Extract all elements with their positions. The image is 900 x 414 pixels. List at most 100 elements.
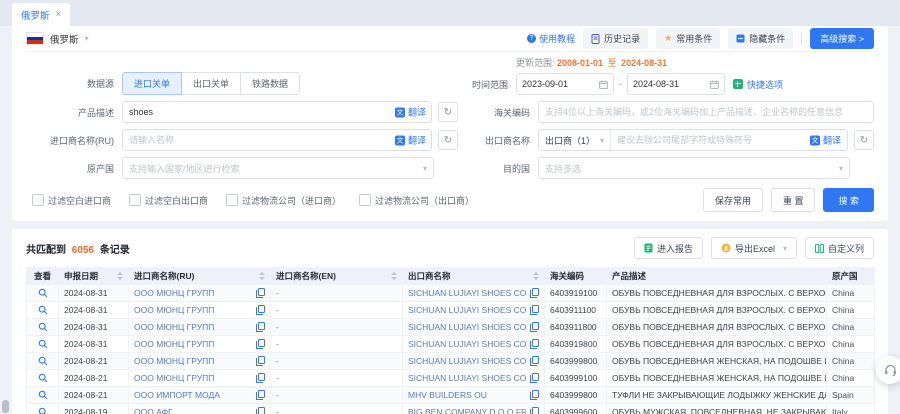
copy-icon[interactable] (256, 373, 265, 383)
checkbox-icon[interactable] (226, 194, 238, 206)
customize-columns-button[interactable]: 自定义列 (805, 237, 874, 259)
export-excel-button[interactable]: 导出Excel ▾ (711, 237, 797, 259)
tab-export-manifest[interactable]: 出口关单 (181, 72, 241, 95)
hide-conditions-button[interactable]: 隐藏条件 (728, 28, 793, 49)
russia-flag-icon (26, 32, 44, 45)
checkbox-filter-blank-importer[interactable]: 过滤空白进口商 (32, 194, 111, 207)
cell-origin: Spain (827, 387, 875, 404)
view-record-icon[interactable] (32, 356, 53, 366)
input-history-icon[interactable]: ↻ (438, 130, 458, 150)
importer-ru-link[interactable]: ООО МЮНЦ ГРУПП (134, 356, 252, 366)
translate-link[interactable]: 文 翻译 (395, 134, 426, 147)
sort-icon[interactable] (117, 272, 123, 280)
sort-icon[interactable] (533, 272, 539, 280)
input-history-icon[interactable]: ↻ (854, 130, 874, 150)
view-record-icon[interactable] (32, 339, 53, 349)
translate-link[interactable]: 文 翻译 (395, 106, 426, 119)
table-header-row: 查看 申报日期 进口商名称(RU) 进口商名称(EN) 出口商名称 海关编码 产… (27, 268, 875, 285)
tab-russia[interactable]: 俄罗斯 × (12, 3, 70, 26)
view-record-icon[interactable] (32, 305, 53, 315)
search-button[interactable]: 搜 索 (823, 188, 874, 212)
copy-icon[interactable] (530, 373, 539, 383)
copy-icon[interactable] (256, 407, 265, 414)
advanced-search-button[interactable]: 高级搜索 > (810, 28, 874, 49)
importer-ru-link[interactable]: ООО ИМПОРТ МОДА (134, 390, 252, 400)
favorite-conditions-button[interactable]: ★ 常用条件 (656, 28, 720, 49)
importer-ru-input[interactable] (122, 129, 432, 151)
importer-ru-link[interactable]: ООО МЮНЦ ГРУПП (134, 288, 252, 298)
exporter-link[interactable]: SICHUAN LUJIAYI SHOES CO LTD (408, 373, 526, 383)
customer-service-button[interactable] (876, 356, 900, 384)
copy-icon[interactable] (530, 322, 539, 332)
save-conditions-button[interactable]: 保存常用 (703, 188, 763, 212)
exporter-link[interactable]: SICHUAN LUJIAYI SHOES CO LTD (408, 356, 526, 366)
exporter-link[interactable]: SICHUAN LUJIAYI SHOES CO LTD (408, 339, 526, 349)
hs-code-input[interactable] (538, 101, 874, 123)
copy-icon[interactable] (530, 288, 539, 298)
copy-icon[interactable] (530, 305, 539, 315)
calendar-icon (599, 80, 608, 89)
importer-ru-link[interactable]: ООО МЮНЦ ГРУПП (134, 339, 252, 349)
enter-report-button[interactable]: 进入报告 (634, 237, 703, 259)
copy-icon[interactable] (256, 356, 265, 366)
tab-import-manifest[interactable]: 进口关单 (122, 72, 182, 95)
view-record-icon[interactable] (32, 390, 53, 400)
view-record-icon[interactable] (32, 288, 53, 298)
history-button[interactable]: 历史记录 (583, 28, 648, 49)
exporter-link[interactable]: BIG BEN COMPANY D O O FROM BEST T (408, 407, 526, 414)
origin-country-select[interactable]: 支持输入国家/地区进行检索 ▾ (122, 157, 434, 179)
input-history-icon[interactable]: ↻ (438, 102, 458, 122)
scrollbar-thumb[interactable] (2, 400, 9, 413)
copy-icon[interactable] (530, 356, 539, 366)
copy-icon[interactable] (256, 390, 265, 400)
copy-icon[interactable] (530, 339, 539, 349)
tab-rail-data[interactable]: 铁路数据 (240, 72, 300, 95)
importer-ru-link[interactable]: ООО МЮНЦ ГРУПП (134, 322, 252, 332)
date-from-input[interactable]: 2023-09-01 (516, 73, 614, 95)
checkbox-icon[interactable] (359, 194, 371, 206)
checkbox-filter-blank-exporter[interactable]: 过滤空白出口商 (129, 194, 208, 207)
close-icon[interactable]: × (56, 10, 62, 20)
col-importer-en[interactable]: 进口商名称(EN) (271, 268, 403, 285)
product-desc-input[interactable] (122, 101, 432, 123)
exporter-link[interactable]: MHV BUILDERS OU (408, 390, 526, 400)
translate-icon: 文 (395, 135, 405, 145)
tutorial-link[interactable]: ? 使用教程 (527, 32, 575, 45)
view-record-icon[interactable] (32, 407, 53, 414)
copy-icon[interactable] (530, 407, 539, 414)
importer-ru-link[interactable]: ООО МЮНЦ ГРУПП (134, 305, 252, 315)
chevron-down-icon[interactable]: ▾ (783, 244, 787, 253)
sort-icon[interactable] (259, 272, 265, 280)
col-exporter[interactable]: 出口商名称 (403, 268, 545, 285)
hs-code-label: 海关编码 (466, 106, 530, 119)
copy-icon[interactable] (530, 390, 539, 400)
sort-icon[interactable] (391, 272, 397, 280)
copy-icon[interactable] (256, 339, 265, 349)
quick-options-link[interactable]: 快捷选项 (733, 78, 783, 91)
checkbox-filter-logistics-exporter[interactable]: 过滤物流公司（出口商） (359, 194, 474, 207)
copy-icon[interactable] (256, 305, 265, 315)
cell-hs-code: 6403999100 (545, 370, 607, 387)
reset-button[interactable]: 重 置 (771, 188, 816, 212)
translate-link[interactable]: 文 翻译 (810, 134, 841, 147)
exporter-type-select[interactable]: 出口商（1） ▾ (539, 130, 611, 150)
exporter-link[interactable]: SICHUAN LUJIAYI SHOES CO LTD (408, 322, 526, 332)
exporter-link[interactable]: SICHUAN LUJIAYI SHOES CO LTD (408, 288, 526, 298)
col-date[interactable]: 申报日期 (59, 268, 129, 285)
importer-ru-link[interactable]: ООО АФГ (134, 407, 252, 414)
copy-icon[interactable] (256, 322, 265, 332)
view-record-icon[interactable] (32, 373, 53, 383)
checkbox-icon[interactable] (129, 194, 141, 206)
cell-importer-en: - (271, 319, 403, 336)
date-to-input[interactable]: 2024-08-31 (627, 73, 725, 95)
dest-country-select[interactable]: 支持多选 ▾ (538, 157, 850, 179)
col-importer-ru[interactable]: 进口商名称(RU) (129, 268, 271, 285)
view-record-icon[interactable] (32, 322, 53, 332)
checkbox-filter-logistics-importer[interactable]: 过滤物流公司（进口商） (226, 194, 341, 207)
columns-icon (815, 244, 824, 253)
copy-icon[interactable] (256, 288, 265, 298)
importer-ru-link[interactable]: ООО МЮНЦ ГРУПП (134, 373, 252, 383)
country-selector[interactable]: 俄罗斯 ▾ (26, 32, 89, 46)
checkbox-icon[interactable] (32, 194, 44, 206)
exporter-link[interactable]: SICHUAN LUJIAYI SHOES CO LTD (408, 305, 526, 315)
